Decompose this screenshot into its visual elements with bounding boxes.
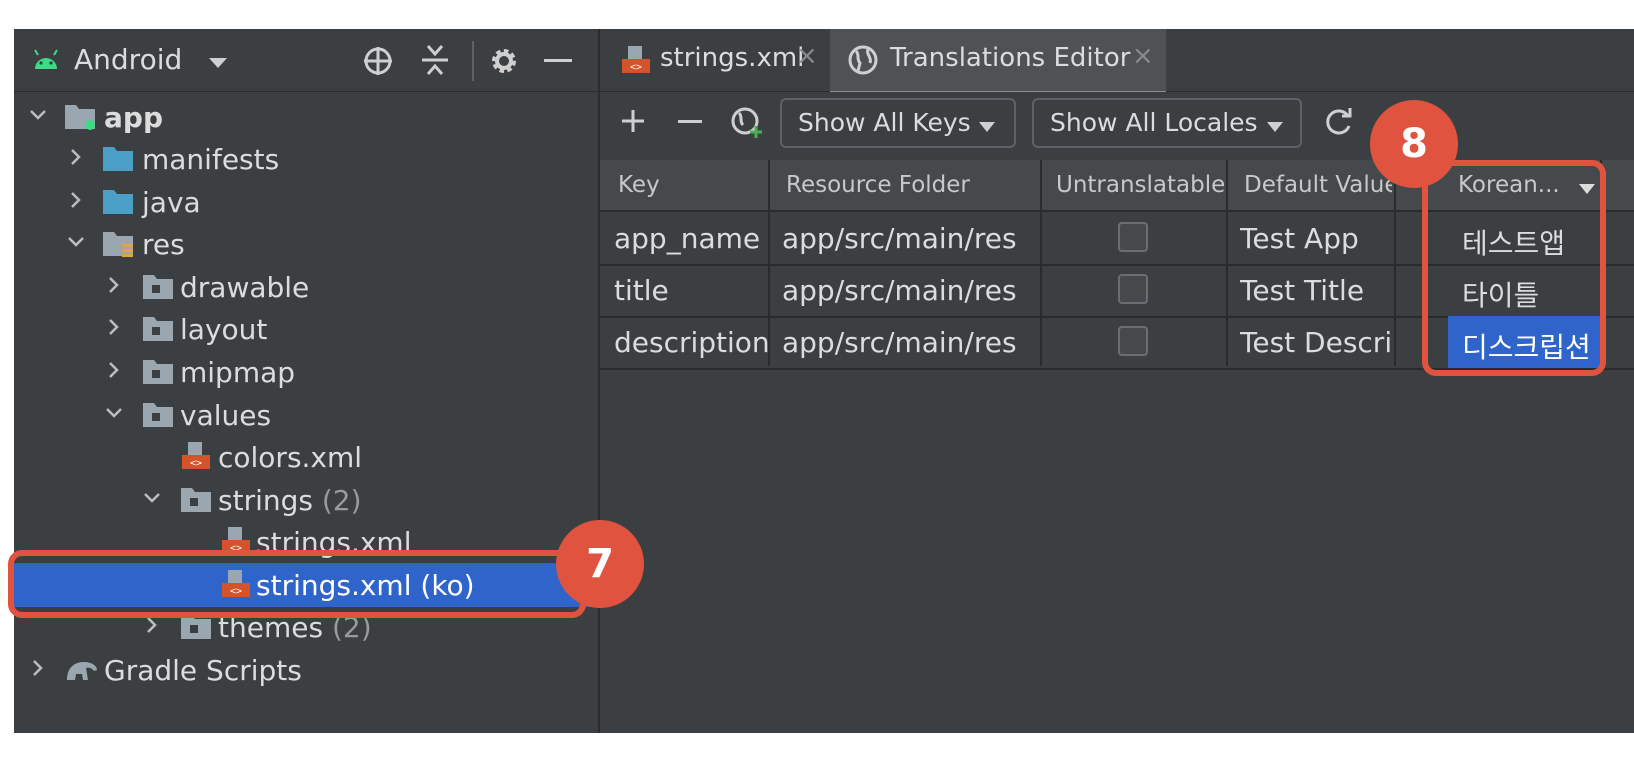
chevron-down-icon[interactable] bbox=[208, 55, 228, 74]
project-panel-header: Android bbox=[14, 29, 598, 92]
untranslatable-checkbox[interactable] bbox=[1118, 326, 1148, 356]
column-header-key[interactable]: Key bbox=[618, 172, 660, 198]
xml-file-icon: <> bbox=[620, 45, 652, 79]
folder-icon bbox=[102, 143, 134, 173]
locate-icon[interactable] bbox=[362, 45, 394, 81]
chevron-right-icon[interactable] bbox=[142, 615, 162, 635]
cell-key[interactable]: title bbox=[614, 274, 768, 307]
cell-default-value[interactable]: Test App bbox=[1240, 222, 1392, 255]
close-icon[interactable]: × bbox=[1132, 41, 1154, 71]
tab-translations-editor[interactable]: Translations Editor × bbox=[830, 29, 1166, 95]
tree-item-app[interactable]: app bbox=[14, 95, 598, 139]
chevron-right-icon[interactable] bbox=[66, 190, 86, 210]
tree-item-label: app bbox=[104, 101, 163, 134]
folder-icon bbox=[102, 186, 134, 216]
xml-file-icon: <> bbox=[180, 441, 212, 471]
add-locale-icon[interactable] bbox=[730, 106, 764, 144]
cell-resource-folder[interactable]: app/src/main/res bbox=[782, 222, 1017, 255]
android-icon bbox=[32, 47, 60, 73]
step-badge-7: 7 bbox=[556, 520, 644, 608]
tree-item-label: Gradle Scripts bbox=[104, 654, 302, 687]
chevron-right-icon[interactable] bbox=[104, 317, 124, 337]
chevron-down-icon[interactable] bbox=[104, 403, 124, 423]
show-locales-label: Show All Locales bbox=[1050, 108, 1258, 137]
gear-icon[interactable] bbox=[488, 45, 520, 81]
close-icon[interactable]: × bbox=[796, 41, 818, 71]
folder-icon bbox=[142, 313, 174, 343]
globe-icon bbox=[848, 45, 878, 79]
chevron-down-icon[interactable] bbox=[28, 105, 48, 125]
tree-item-label: strings (2) bbox=[218, 484, 362, 517]
column-header-resource-folder[interactable]: Resource Folder bbox=[786, 172, 970, 198]
untranslatable-checkbox[interactable] bbox=[1118, 274, 1148, 304]
chevron-right-icon[interactable] bbox=[104, 275, 124, 295]
tree-item-java[interactable]: java bbox=[14, 180, 598, 224]
cell-resource-folder[interactable]: app/src/main/res bbox=[782, 326, 1017, 359]
tree-item-colors-xml[interactable]: <> colors.xml bbox=[14, 435, 598, 479]
step-badge-8: 8 bbox=[1370, 100, 1458, 188]
project-panel: Android app manifests java res drawable … bbox=[14, 29, 598, 733]
folder-icon bbox=[142, 399, 174, 429]
tree-item-values[interactable]: values bbox=[14, 393, 598, 437]
highlight-box-strings-ko bbox=[8, 550, 586, 618]
gradle-elephant-icon bbox=[64, 654, 100, 684]
tree-item-label: layout bbox=[180, 313, 268, 346]
folder-icon bbox=[142, 356, 174, 386]
resource-folder-icon bbox=[102, 228, 134, 258]
minimize-icon[interactable] bbox=[544, 59, 572, 62]
chevron-right-icon[interactable] bbox=[28, 658, 48, 678]
svg-text:<>: <> bbox=[630, 62, 642, 73]
cell-default-value[interactable]: Test Descri bbox=[1240, 326, 1392, 359]
show-keys-dropdown[interactable]: Show All Keys bbox=[780, 98, 1016, 148]
tree-item-count: (2) bbox=[321, 484, 362, 517]
chevron-down-icon bbox=[1266, 118, 1284, 137]
svg-text:<>: <> bbox=[190, 458, 202, 469]
tab-label: Translations Editor bbox=[890, 43, 1131, 73]
tree-item-manifests[interactable]: manifests bbox=[14, 137, 598, 181]
tree-item-res[interactable]: res bbox=[14, 222, 598, 266]
project-view-title[interactable]: Android bbox=[74, 43, 182, 76]
tab-strings-xml[interactable]: <> strings.xml × bbox=[600, 29, 830, 91]
tree-item-drawable[interactable]: drawable bbox=[14, 265, 598, 309]
translations-toolbar: Show All Keys Show All Locales bbox=[600, 92, 1634, 160]
cell-resource-folder[interactable]: app/src/main/res bbox=[782, 274, 1017, 307]
untranslatable-checkbox[interactable] bbox=[1118, 222, 1148, 252]
column-header-default-value[interactable]: Default Value bbox=[1244, 172, 1392, 198]
highlight-box-korean-column bbox=[1422, 160, 1606, 376]
tree-item-gradle-scripts[interactable]: Gradle Scripts bbox=[14, 648, 598, 692]
folder-icon bbox=[142, 271, 174, 301]
tab-label: strings.xml bbox=[660, 43, 805, 73]
chevron-down-icon bbox=[978, 118, 996, 137]
tree-item-label: java bbox=[142, 186, 201, 219]
cell-default-value[interactable]: Test Title bbox=[1240, 274, 1392, 307]
cell-key[interactable]: description bbox=[614, 326, 768, 359]
refresh-icon[interactable] bbox=[1322, 106, 1354, 142]
column-header-untranslatable[interactable]: Untranslatable bbox=[1056, 172, 1225, 198]
tree-item-label: mipmap bbox=[180, 356, 296, 389]
chevron-down-icon[interactable] bbox=[142, 488, 162, 508]
tree-item-label: values bbox=[180, 399, 272, 432]
add-key-icon[interactable] bbox=[620, 108, 646, 138]
tree-item-label: colors.xml bbox=[218, 441, 363, 474]
tree-item-strings[interactable]: strings (2) bbox=[14, 478, 598, 522]
chevron-right-icon[interactable] bbox=[66, 147, 86, 167]
tree-item-layout[interactable]: layout bbox=[14, 307, 598, 351]
editor-tabs: <> strings.xml × Translations Editor × bbox=[600, 29, 1634, 95]
remove-key-icon[interactable] bbox=[678, 120, 702, 123]
tree-item-label: manifests bbox=[142, 143, 280, 176]
tree-item-label: res bbox=[142, 228, 185, 261]
tree-item-name: strings bbox=[218, 484, 313, 517]
cell-key[interactable]: app_name bbox=[614, 222, 768, 255]
tree-item-mipmap[interactable]: mipmap bbox=[14, 350, 598, 394]
collapse-all-icon[interactable] bbox=[420, 43, 450, 81]
toolbar-separator bbox=[472, 41, 474, 81]
folder-icon bbox=[180, 484, 212, 514]
chevron-down-icon[interactable] bbox=[66, 232, 86, 252]
chevron-right-icon[interactable] bbox=[104, 360, 124, 380]
module-folder-icon bbox=[64, 101, 96, 131]
show-locales-dropdown[interactable]: Show All Locales bbox=[1032, 98, 1302, 148]
tree-item-label: drawable bbox=[180, 271, 310, 304]
show-keys-label: Show All Keys bbox=[798, 108, 971, 137]
